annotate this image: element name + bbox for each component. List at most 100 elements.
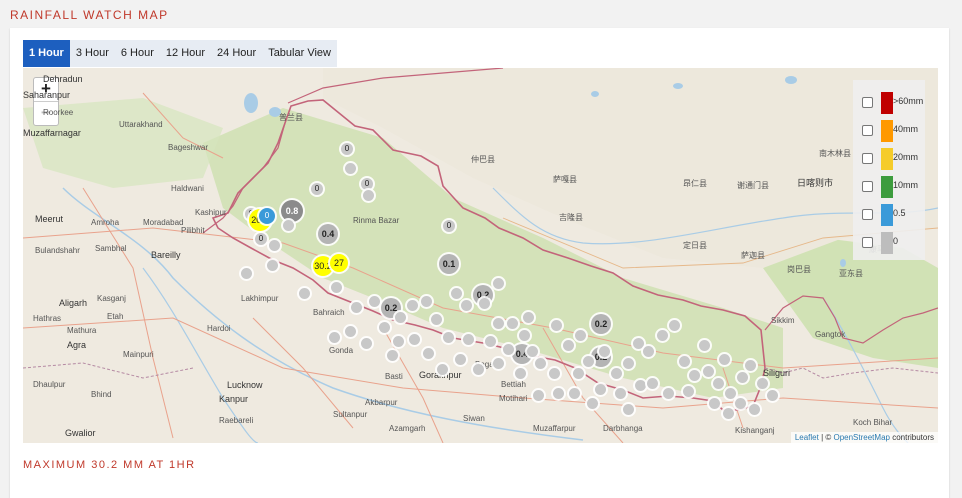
- rainfall-marker[interactable]: 0: [255, 233, 267, 245]
- rainfall-marker-zero[interactable]: [713, 378, 724, 389]
- rainfall-marker-zero[interactable]: [575, 330, 586, 341]
- rainfall-marker-zero[interactable]: [409, 334, 420, 345]
- rainfall-marker-zero[interactable]: [519, 330, 530, 341]
- rainfall-marker-zero[interactable]: [345, 326, 356, 337]
- legend-checkbox-60mm[interactable]: [862, 97, 873, 108]
- rainfall-marker-zero[interactable]: [623, 358, 634, 369]
- rainfall-marker-zero[interactable]: [595, 384, 606, 395]
- rainfall-marker-zero[interactable]: [283, 220, 294, 231]
- rainfall-marker-zero[interactable]: [757, 378, 768, 389]
- legend-checkbox-20mm[interactable]: [862, 153, 873, 164]
- rainfall-marker-zero[interactable]: [535, 358, 546, 369]
- rainfall-marker-zero[interactable]: [479, 298, 490, 309]
- rainfall-marker-zero[interactable]: [421, 296, 432, 307]
- rainfall-marker[interactable]: 0: [341, 143, 353, 155]
- rainfall-marker[interactable]: 27: [330, 254, 348, 272]
- rainfall-marker-zero[interactable]: [451, 288, 462, 299]
- rainfall-marker-zero[interactable]: [463, 334, 474, 345]
- rainfall-marker-zero[interactable]: [345, 163, 356, 174]
- rainfall-marker-zero[interactable]: [241, 268, 252, 279]
- rainfall-marker[interactable]: 0.1: [439, 254, 459, 274]
- rainfall-marker-zero[interactable]: [503, 344, 514, 355]
- rainfall-marker-zero[interactable]: [363, 190, 374, 201]
- rainfall-marker-zero[interactable]: [387, 350, 398, 361]
- rainfall-marker-zero[interactable]: [533, 390, 544, 401]
- rainfall-marker-zero[interactable]: [573, 368, 584, 379]
- rainfall-marker-zero[interactable]: [379, 322, 390, 333]
- tab-3-hour[interactable]: 3 Hour: [70, 40, 115, 67]
- rainfall-marker-zero[interactable]: [623, 404, 634, 415]
- rainfall-map[interactable]: + − Dehradun Saharanpur Roorkee Muzaffarnag…: [23, 68, 938, 443]
- rainfall-marker-zero[interactable]: [299, 288, 310, 299]
- rainfall-marker-zero[interactable]: [455, 354, 466, 365]
- tab-6-hour[interactable]: 6 Hour: [115, 40, 160, 67]
- rainfall-marker-zero[interactable]: [583, 356, 594, 367]
- rainfall-marker-zero[interactable]: [485, 336, 496, 347]
- rainfall-marker-zero[interactable]: [563, 340, 574, 351]
- tab-1-hour[interactable]: 1 Hour: [23, 40, 70, 67]
- rainfall-marker[interactable]: 0: [311, 183, 323, 195]
- rainfall-marker-zero[interactable]: [735, 398, 746, 409]
- rainfall-marker-zero[interactable]: [393, 336, 404, 347]
- rainfall-marker-zero[interactable]: [635, 380, 646, 391]
- tab-12-hour[interactable]: 12 Hour: [160, 40, 211, 67]
- rainfall-marker-zero[interactable]: [669, 320, 680, 331]
- rainfall-marker-zero[interactable]: [611, 368, 622, 379]
- rainfall-marker-zero[interactable]: [549, 368, 560, 379]
- rainfall-marker-zero[interactable]: [331, 282, 342, 293]
- rainfall-marker[interactable]: 0: [259, 208, 275, 224]
- rainfall-marker-zero[interactable]: [709, 398, 720, 409]
- rainfall-marker-zero[interactable]: [369, 296, 380, 307]
- rainfall-marker-zero[interactable]: [587, 398, 598, 409]
- rainfall-marker-zero[interactable]: [269, 240, 280, 251]
- rainfall-marker-zero[interactable]: [553, 388, 564, 399]
- rainfall-marker-zero[interactable]: [395, 312, 406, 323]
- rainfall-marker-zero[interactable]: [719, 354, 730, 365]
- rainfall-marker-zero[interactable]: [699, 340, 710, 351]
- legend-checkbox-40mm[interactable]: [862, 125, 873, 136]
- rainfall-marker-zero[interactable]: [351, 302, 362, 313]
- rainfall-marker-zero[interactable]: [361, 338, 372, 349]
- rainfall-marker-zero[interactable]: [737, 372, 748, 383]
- rainfall-marker-zero[interactable]: [493, 358, 504, 369]
- rainfall-marker-zero[interactable]: [423, 348, 434, 359]
- rainfall-marker-zero[interactable]: [749, 404, 760, 415]
- rainfall-marker-zero[interactable]: [493, 318, 504, 329]
- rainfall-marker-zero[interactable]: [569, 388, 580, 399]
- rainfall-marker-zero[interactable]: [647, 378, 658, 389]
- rainfall-marker-zero[interactable]: [551, 320, 562, 331]
- rainfall-marker-zero[interactable]: [725, 388, 736, 399]
- rainfall-marker-zero[interactable]: [745, 360, 756, 371]
- rainfall-marker-zero[interactable]: [507, 318, 518, 329]
- rainfall-marker-zero[interactable]: [493, 278, 504, 289]
- rainfall-marker-zero[interactable]: [599, 346, 610, 357]
- rainfall-marker-zero[interactable]: [679, 356, 690, 367]
- rainfall-marker-zero[interactable]: [443, 332, 454, 343]
- rainfall-marker-zero[interactable]: [515, 368, 526, 379]
- rainfall-marker-zero[interactable]: [643, 346, 654, 357]
- rainfall-marker-zero[interactable]: [473, 364, 484, 375]
- legend-checkbox-0-5[interactable]: [862, 209, 873, 220]
- rainfall-marker-zero[interactable]: [657, 330, 668, 341]
- rainfall-marker-zero[interactable]: [767, 390, 778, 401]
- rainfall-marker-zero[interactable]: [461, 300, 472, 311]
- rainfall-marker-zero[interactable]: [407, 300, 418, 311]
- rainfall-marker[interactable]: 0.4: [318, 224, 338, 244]
- rainfall-marker-zero[interactable]: [437, 364, 448, 375]
- tab-24-hour[interactable]: 24 Hour: [211, 40, 262, 67]
- rainfall-marker[interactable]: 0.8: [281, 200, 303, 222]
- rainfall-marker-zero[interactable]: [723, 408, 734, 419]
- tab-tabular-view[interactable]: Tabular View: [262, 40, 337, 67]
- rainfall-marker-zero[interactable]: [431, 314, 442, 325]
- rainfall-marker-zero[interactable]: [633, 338, 644, 349]
- legend-checkbox-10mm[interactable]: [862, 181, 873, 192]
- rainfall-marker-zero[interactable]: [703, 366, 714, 377]
- openstreetmap-link[interactable]: OpenStreetMap: [833, 433, 889, 442]
- rainfall-marker-zero[interactable]: [683, 386, 694, 397]
- leaflet-link[interactable]: Leaflet: [795, 433, 819, 442]
- rainfall-marker-zero[interactable]: [267, 260, 278, 271]
- rainfall-marker[interactable]: 0: [443, 220, 455, 232]
- rainfall-marker[interactable]: 0.2: [591, 314, 611, 334]
- rainfall-marker-zero[interactable]: [689, 370, 700, 381]
- legend-checkbox-0[interactable]: [862, 237, 873, 248]
